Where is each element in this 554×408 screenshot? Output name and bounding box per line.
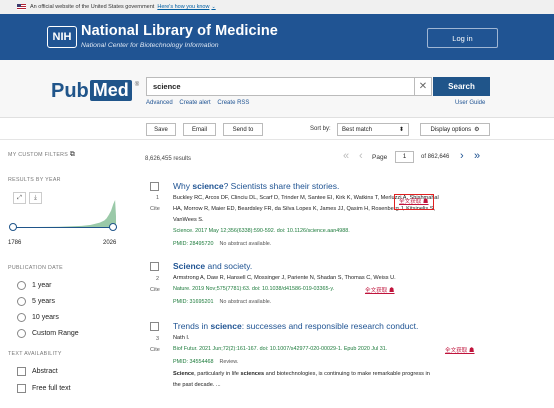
article-3-pmid: PMID: 34554468 Review. bbox=[173, 359, 239, 365]
article-3-title[interactable]: Trends in science: successes and respons… bbox=[173, 321, 418, 331]
user-guide-link[interactable]: User Guide bbox=[455, 100, 485, 106]
date-option-5-years[interactable]: 5 years bbox=[17, 297, 55, 306]
article-2-number: 2 bbox=[156, 276, 160, 282]
nih-header: NIH National Library of Medicine Nationa… bbox=[0, 14, 554, 60]
results-by-year-heading: RESULTS BY YEAR bbox=[8, 177, 61, 183]
send-to-button[interactable]: Send to bbox=[223, 123, 263, 136]
results-toolbar: Save Email Send to Sort by: Best match ⬍ … bbox=[0, 118, 554, 140]
search-area: Pub Med ® science ✕ Search Advanced Create… bbox=[0, 60, 554, 118]
article-2-pmid: PMID: 31695201 No abstract available. bbox=[173, 299, 272, 305]
article-1-authors-line-3: VanWees S. bbox=[173, 217, 204, 223]
article-3-fulltext-link[interactable]: 全文获取 ☗ bbox=[445, 346, 475, 354]
date-option-10-years[interactable]: 10 years bbox=[17, 313, 59, 322]
us-flag-icon bbox=[17, 4, 26, 10]
radio-button[interactable] bbox=[17, 329, 26, 338]
gov-banner: An official website of the United States… bbox=[0, 0, 554, 14]
article-2-journal: Nature. 2019 Nov;575(7781):63. doi: 10.1… bbox=[173, 286, 335, 292]
article-3-snippet-line-1: Science, particularly in life sciences a… bbox=[173, 371, 430, 377]
nlm-title[interactable]: National Library of Medicine bbox=[81, 23, 278, 39]
sort-arrows-icon: ⬍ bbox=[398, 127, 404, 133]
year-slider-start-handle[interactable] bbox=[9, 223, 17, 231]
last-page-icon[interactable]: » bbox=[474, 150, 480, 162]
logo-med: Med bbox=[89, 80, 132, 101]
article-1-journal: Science. 2017 May 12;356(6338):590-592. … bbox=[173, 228, 350, 234]
article-2-title[interactable]: Science and society. bbox=[173, 261, 252, 271]
fulltext-highlight-box bbox=[394, 194, 434, 210]
results-count: 8,626,455 results bbox=[145, 156, 192, 162]
sort-select[interactable]: Best match ⬍ bbox=[337, 123, 409, 136]
search-input[interactable]: science bbox=[146, 77, 415, 96]
article-3-number: 3 bbox=[156, 336, 160, 342]
article-1-checkbox[interactable] bbox=[150, 182, 159, 191]
filter-abstract[interactable]: Abstract bbox=[17, 367, 58, 376]
article-1-title[interactable]: Why science? Scientists share their stor… bbox=[173, 181, 339, 191]
total-pages: of 862,646 bbox=[421, 154, 450, 160]
publication-date-heading: PUBLICATION DATE bbox=[8, 265, 63, 271]
sort-by-label: Sort by: bbox=[310, 126, 331, 132]
year-slider-end-handle[interactable] bbox=[109, 223, 117, 231]
heres-how-you-know-link[interactable]: Here's how you know ⌄ bbox=[157, 4, 215, 10]
external-link-icon: ⧉ bbox=[69, 151, 76, 158]
article-3-snippet-line-2: the past decade. ... bbox=[173, 382, 221, 388]
filter-free-full-text[interactable]: Free full text bbox=[17, 384, 71, 393]
create-alert-link[interactable]: Create alert bbox=[179, 100, 210, 106]
page-number-input[interactable]: 1 bbox=[395, 151, 414, 163]
previous-page-icon[interactable]: ‹ bbox=[359, 150, 363, 162]
display-options-button[interactable]: Display options ⚙ bbox=[420, 123, 490, 136]
radio-button[interactable] bbox=[17, 313, 26, 322]
page-label: Page bbox=[372, 154, 388, 161]
create-rss-link[interactable]: Create RSS bbox=[217, 100, 249, 106]
results-by-year-chart bbox=[8, 200, 116, 227]
logo-pub: Pub bbox=[51, 80, 89, 102]
year-end-label: 2026 bbox=[103, 240, 117, 246]
checkbox[interactable] bbox=[17, 367, 26, 376]
article-2-fulltext-link[interactable]: 全文获取 ☗ bbox=[365, 286, 395, 294]
article-3-authors: Nath I. bbox=[173, 335, 190, 341]
year-start-label: 1786 bbox=[8, 240, 22, 246]
next-page-icon[interactable]: › bbox=[460, 150, 464, 162]
radio-button[interactable] bbox=[17, 297, 26, 306]
search-links: Advanced Create alert Create RSS bbox=[146, 100, 254, 106]
article-1-number: 1 bbox=[156, 195, 160, 201]
email-button[interactable]: Email bbox=[183, 123, 216, 136]
gov-banner-text: An official website of the United States… bbox=[30, 4, 155, 10]
article-1-cite-button[interactable]: Cite bbox=[150, 206, 160, 212]
pubmed-logo[interactable]: Pub Med ® bbox=[51, 80, 139, 103]
article-2-cite-button[interactable]: Cite bbox=[150, 287, 160, 293]
text-availability-heading: TEXT AVAILABILITY bbox=[8, 351, 62, 357]
checkbox[interactable] bbox=[17, 384, 26, 393]
nlm-subtitle: National Center for Biotechnology Inform… bbox=[81, 42, 219, 49]
logo-registered: ® bbox=[134, 82, 140, 88]
gear-icon: ⚙ bbox=[474, 127, 480, 133]
article-2-authors: Armstrong A, Daw R, Hansell C, Mossinger… bbox=[173, 275, 396, 281]
my-custom-filters-heading[interactable]: MY CUSTOM FILTERS ⧉ bbox=[8, 151, 75, 159]
article-3-checkbox[interactable] bbox=[150, 322, 159, 331]
article-3-journal: Biof Futur. 2021 Jun;72(2):161-167. doi:… bbox=[173, 346, 388, 352]
first-page-icon[interactable]: « bbox=[343, 150, 349, 162]
date-option-1-year[interactable]: 1 year bbox=[17, 281, 51, 290]
advanced-link[interactable]: Advanced bbox=[146, 100, 173, 106]
year-histogram-area bbox=[8, 200, 116, 227]
article-1-pmid: PMID: 28495720 No abstract available. bbox=[173, 241, 272, 247]
nih-logo[interactable]: NIH bbox=[47, 26, 77, 48]
search-button[interactable]: Search bbox=[433, 77, 490, 96]
chevron-down-icon: ⌄ bbox=[211, 4, 216, 10]
save-button[interactable]: Save bbox=[146, 123, 176, 136]
article-2-checkbox[interactable] bbox=[150, 262, 159, 271]
radio-button[interactable] bbox=[17, 281, 26, 290]
login-button[interactable]: Log in bbox=[427, 28, 498, 48]
year-slider-track[interactable] bbox=[13, 227, 117, 228]
article-3-cite-button[interactable]: Cite bbox=[150, 347, 160, 353]
date-option-custom-range[interactable]: Custom Range bbox=[17, 329, 79, 338]
close-icon: ✕ bbox=[418, 81, 428, 92]
clear-search-button[interactable]: ✕ bbox=[415, 77, 432, 96]
